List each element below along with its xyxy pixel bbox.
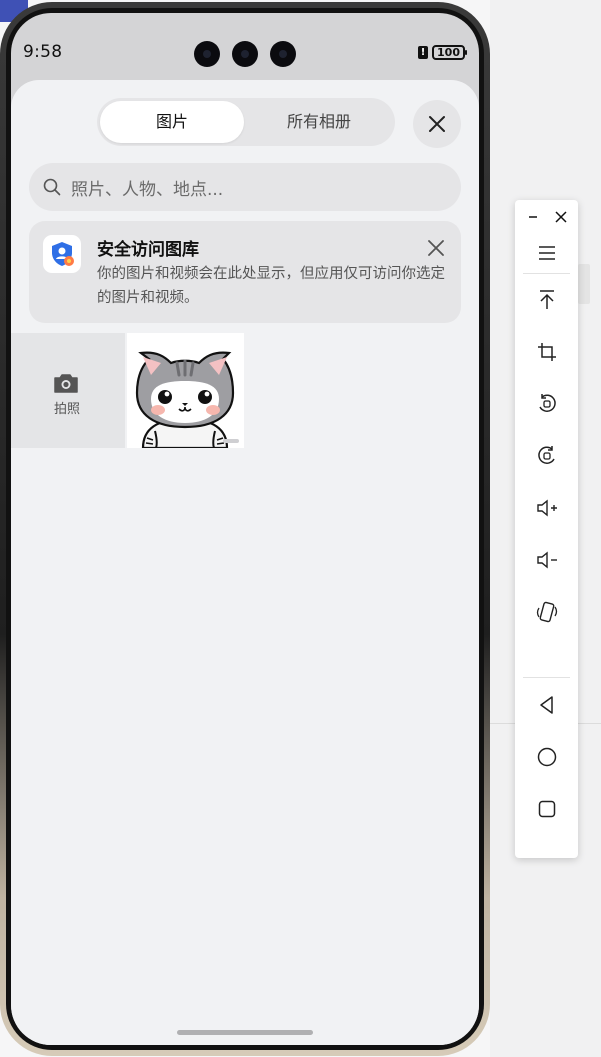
volume-up-button[interactable]: [515, 495, 578, 521]
home-indicator[interactable]: [177, 1030, 313, 1035]
volume-down-button[interactable]: [515, 547, 578, 573]
home-button[interactable]: [515, 744, 578, 770]
status-time: 9:58: [23, 42, 63, 62]
search-input[interactable]: 照片、人物、地点...: [29, 163, 461, 211]
photo-picker-sheet: 图片 所有相册 照片、人物、地点... 安全访问图库 你的图片和视频会在此处显示…: [11, 80, 479, 1045]
camera-icon: [54, 374, 78, 393]
phone-screen: 9:58 ! 100 图片 所有相册 照片、人物、地点... 安全访问图库 你的…: [11, 13, 479, 1045]
volume-up-icon: [536, 499, 557, 517]
cat-image: [127, 333, 244, 448]
minimize-icon: [529, 216, 537, 218]
picker-tab-switch: 图片 所有相册: [97, 98, 395, 146]
menu-button[interactable]: [515, 240, 578, 266]
photo-thumbnail[interactable]: [127, 333, 244, 448]
front-camera-icon: [232, 41, 258, 67]
battery-level: 100: [437, 46, 460, 59]
menu-icon: [538, 246, 555, 260]
take-photo-tile[interactable]: 拍照: [11, 333, 125, 448]
close-icon: [555, 211, 567, 223]
close-icon[interactable]: [425, 237, 447, 259]
tab-all-albums[interactable]: 所有相册: [247, 101, 391, 143]
notice-body: 你的图片和视频会在此处显示，但应用仅可访问你选定的图片和视频。: [97, 266, 445, 306]
shake-icon: [536, 601, 557, 623]
search-icon: [43, 178, 61, 196]
take-photo-label: 拍照: [53, 402, 80, 417]
home-icon: [537, 747, 556, 767]
toolbar-close-button[interactable]: [545, 206, 577, 228]
front-camera-icon: [270, 41, 296, 67]
screenshot-crop-button[interactable]: [515, 339, 578, 365]
recents-button[interactable]: [515, 796, 578, 822]
crop-icon: [537, 343, 556, 361]
alert-icon: !: [418, 46, 429, 59]
rotate-right-icon: [537, 446, 555, 464]
close-button[interactable]: [413, 100, 461, 148]
status-right: ! 100: [418, 45, 467, 60]
secure-gallery-icon: [43, 235, 81, 273]
desktop-side-tab: [578, 264, 590, 304]
toolbar-divider: [523, 273, 570, 274]
toolbar-divider: [523, 677, 570, 678]
search-placeholder: 照片、人物、地点...: [71, 179, 224, 200]
battery-icon: 100: [432, 45, 467, 60]
phone-bezel: 9:58 ! 100 图片 所有相册 照片、人物、地点... 安全访问图库 你的…: [6, 8, 484, 1050]
back-icon: [539, 696, 553, 714]
front-camera-icon: [194, 41, 220, 67]
phone-frame: 9:58 ! 100 图片 所有相册 照片、人物、地点... 安全访问图库 你的…: [0, 2, 490, 1056]
status-bar: 9:58 ! 100: [11, 13, 479, 81]
secure-access-notice: 安全访问图库 你的图片和视频会在此处显示，但应用仅可访问你选定的图片和视频。: [29, 221, 461, 323]
tab-photos[interactable]: 图片: [100, 101, 244, 143]
pin-top-icon: [539, 290, 554, 309]
rotate-left-button[interactable]: [515, 391, 578, 417]
volume-down-icon: [536, 551, 557, 569]
pin-top-button[interactable]: [515, 287, 578, 313]
emulator-toolbar: [515, 200, 578, 858]
notice-title: 安全访问图库: [97, 240, 199, 260]
recents-icon: [538, 800, 555, 818]
back-button[interactable]: [515, 692, 578, 718]
rotate-right-button[interactable]: [515, 443, 578, 469]
close-icon: [429, 116, 445, 132]
shake-button[interactable]: [515, 599, 578, 625]
rotate-left-icon: [538, 394, 556, 412]
